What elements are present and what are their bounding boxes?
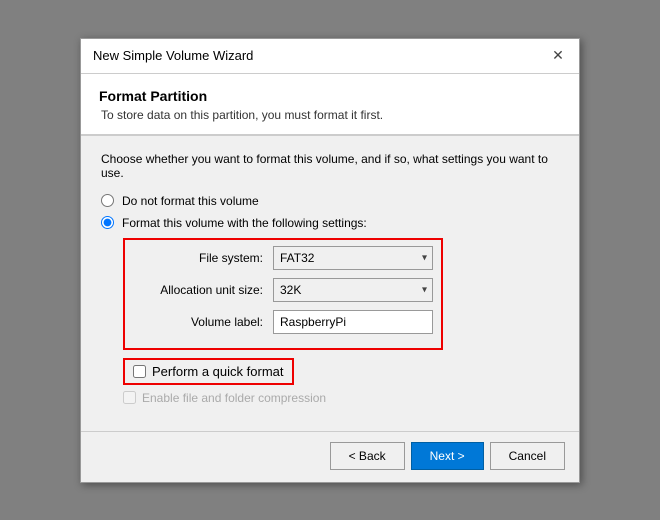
allocation-select-wrapper: 32K 4K 8K 16K 64K ▾ (273, 278, 433, 302)
file-system-label: File system: (133, 251, 263, 265)
content-description: Choose whether you want to format this v… (101, 152, 559, 180)
content-section: Choose whether you want to format this v… (81, 136, 579, 421)
close-button[interactable]: ✕ (549, 47, 567, 65)
next-button[interactable]: Next > (411, 442, 484, 470)
file-system-row: File system: FAT32 NTFS exFAT ▾ (133, 246, 433, 270)
dialog-title: New Simple Volume Wizard (93, 48, 253, 63)
cancel-button[interactable]: Cancel (490, 442, 565, 470)
volume-label-row: Volume label: (133, 310, 433, 334)
allocation-row: Allocation unit size: 32K 4K 8K 16K 64K … (133, 278, 433, 302)
radio-no-format-label: Do not format this volume (122, 194, 259, 208)
file-system-select-wrapper: FAT32 NTFS exFAT ▾ (273, 246, 433, 270)
header-subtitle: To store data on this partition, you mus… (101, 108, 561, 122)
radio-format[interactable] (101, 216, 114, 229)
quick-format-row: Perform a quick format (123, 358, 559, 385)
format-settings: File system: FAT32 NTFS exFAT ▾ Allocati… (123, 238, 559, 350)
compression-row: Enable file and folder compression (123, 391, 559, 405)
title-bar: New Simple Volume Wizard ✕ (81, 39, 579, 74)
dialog-window: New Simple Volume Wizard ✕ Format Partit… (80, 38, 580, 483)
highlighted-settings-group: File system: FAT32 NTFS exFAT ▾ Allocati… (123, 238, 443, 350)
header-section: Format Partition To store data on this p… (81, 74, 579, 135)
back-button[interactable]: < Back (330, 442, 405, 470)
compression-label: Enable file and folder compression (142, 391, 326, 405)
quick-format-checkbox[interactable] (133, 365, 146, 378)
compression-checkbox (123, 391, 136, 404)
quick-format-group: Perform a quick format (123, 358, 294, 385)
footer: < Back Next > Cancel (81, 431, 579, 482)
radio-no-format-option[interactable]: Do not format this volume (101, 194, 559, 208)
quick-format-label: Perform a quick format (152, 364, 284, 379)
radio-format-option[interactable]: Format this volume with the following se… (101, 216, 559, 230)
allocation-select[interactable]: 32K 4K 8K 16K 64K (273, 278, 433, 302)
header-title: Format Partition (99, 88, 561, 104)
volume-label-input[interactable] (273, 310, 433, 334)
allocation-label: Allocation unit size: (133, 283, 263, 297)
file-system-select[interactable]: FAT32 NTFS exFAT (273, 246, 433, 270)
volume-label-label: Volume label: (133, 315, 263, 329)
radio-format-label: Format this volume with the following se… (122, 216, 367, 230)
radio-no-format[interactable] (101, 194, 114, 207)
